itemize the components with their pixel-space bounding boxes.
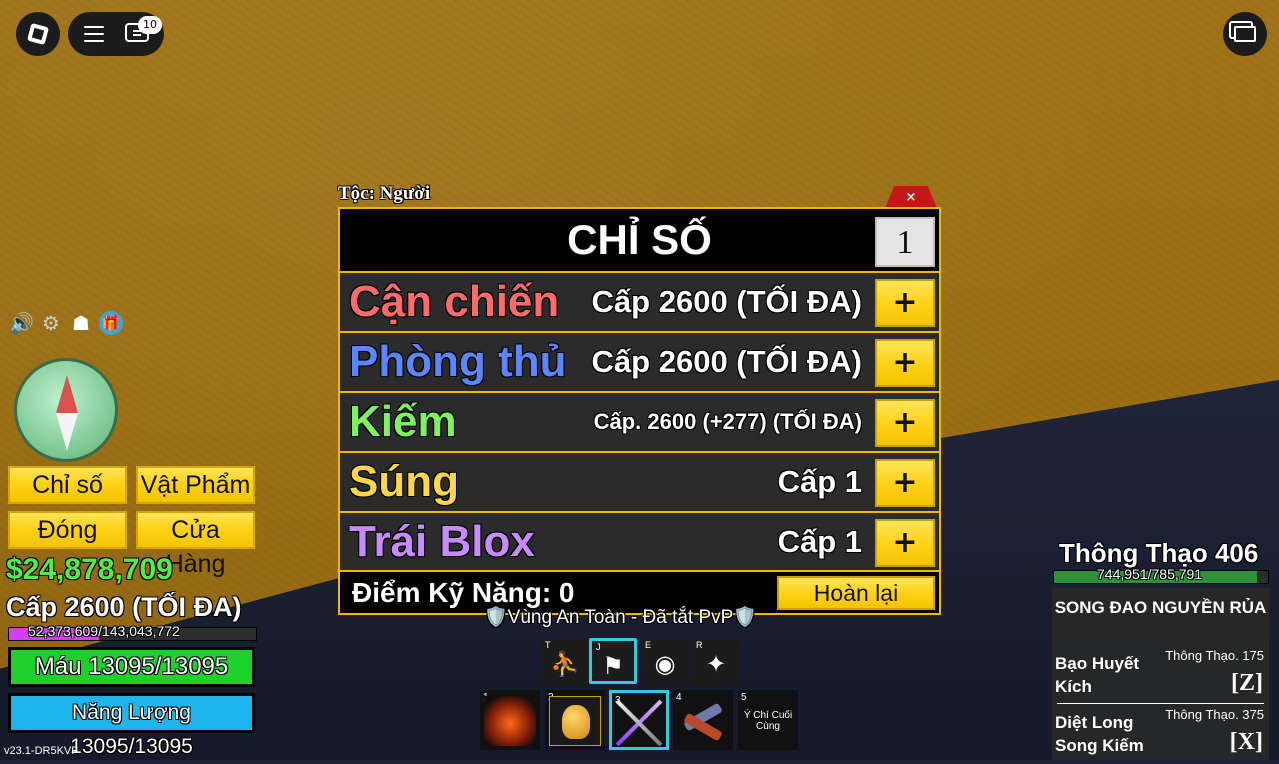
move-key: [Z] bbox=[1231, 670, 1263, 696]
stat-row-sword: Kiếm Cấp. 2600 (+277) (TỐI ĐA) + bbox=[340, 393, 939, 451]
compass-needle-north bbox=[56, 375, 78, 413]
weapon-info-panel: SONG ĐAO NGUYỀN RỦA Bạo Huyết Kích Thông… bbox=[1052, 588, 1269, 760]
roblox-logo-icon bbox=[26, 22, 50, 46]
stat-value-gun: Cấp 1 bbox=[777, 464, 862, 499]
add-gun-button[interactable]: + bbox=[875, 459, 935, 507]
wing-icon: ✦ bbox=[705, 650, 727, 678]
move-requirement: Thông Thạo. 175 bbox=[1165, 648, 1264, 663]
move-name: Bạo Huyết Kích bbox=[1055, 654, 1140, 696]
xp-text: 52,373,609/143,043,772 bbox=[28, 623, 180, 639]
stat-name-melee: Cận chiến bbox=[349, 277, 560, 326]
add-sword-button[interactable]: + bbox=[875, 399, 935, 447]
move-requirement: Thông Thạo. 375 bbox=[1165, 707, 1264, 722]
slot-key: 5 bbox=[741, 692, 747, 703]
move-key: [X] bbox=[1229, 729, 1263, 755]
move-divider bbox=[1057, 703, 1264, 704]
stat-value-blox-fruit: Cấp 1 bbox=[777, 524, 862, 559]
capture-button[interactable] bbox=[1223, 12, 1267, 56]
energy-bar: Năng Lượng 13095/13095 bbox=[8, 693, 255, 758]
point-amount-input[interactable]: 1 bbox=[875, 217, 935, 267]
add-defense-button[interactable]: + bbox=[875, 339, 935, 387]
stat-row-blox-fruit: Trái Blox Cấp 1 + bbox=[340, 513, 939, 570]
stat-value-defense: Cấp 2600 (TỐI ĐA) bbox=[591, 344, 862, 379]
hotkey-strength[interactable]: T ⛹ bbox=[541, 639, 589, 685]
stats-title-row: CHỈ SỐ 1 bbox=[340, 209, 939, 271]
buddha-fruit-icon bbox=[549, 696, 601, 746]
dual-cursed-katana-icon bbox=[613, 696, 665, 747]
eye-icon: ◉ bbox=[654, 650, 676, 678]
hotkey-race-ability[interactable]: R ✦ bbox=[692, 639, 740, 685]
fighting-style-icon bbox=[484, 696, 536, 746]
inventory-slot-1[interactable]: 1 bbox=[480, 690, 540, 750]
stats-panel: CHỈ SỐ 1 Cận chiến Cấp 2600 (TỐI ĐA) + P… bbox=[338, 207, 941, 615]
mastery-progress: 744,951/785,791 bbox=[1097, 566, 1203, 582]
hotkey-ability[interactable]: J ⚑ bbox=[589, 638, 637, 684]
move-name: Diệt Long Song Kiếm bbox=[1055, 713, 1144, 755]
reset-stats-button[interactable]: Hoàn lại bbox=[777, 576, 935, 610]
notification-badge: 10 bbox=[138, 16, 162, 34]
inventory-slot-5[interactable]: 5 Ý Chí Cuối Cùng bbox=[738, 690, 798, 750]
add-melee-button[interactable]: + bbox=[875, 279, 935, 327]
stat-row-melee: Cận chiến Cấp 2600 (TỐI ĐA) + bbox=[340, 273, 939, 331]
stat-name-blox-fruit: Trái Blox bbox=[349, 517, 535, 566]
utility-icons: 🔊 ⚙ ☗ 🎁 bbox=[9, 311, 123, 335]
items-button[interactable]: Vật Phẩm bbox=[136, 466, 255, 504]
stats-button[interactable]: Chỉ số bbox=[8, 466, 127, 504]
settings-gear-icon[interactable]: ⚙ bbox=[39, 311, 63, 335]
add-blox-fruit-button[interactable]: + bbox=[875, 519, 935, 567]
version-label: v23.1-DR5KVF bbox=[4, 745, 78, 757]
team-icon[interactable]: ☗ bbox=[69, 311, 93, 335]
safe-zone-label: 🛡️Vùng An Toàn - Đã tắt PvP🛡️ bbox=[484, 607, 757, 628]
inventory-slot-3[interactable]: 3 bbox=[609, 690, 669, 750]
compass[interactable] bbox=[14, 358, 118, 462]
stat-name-gun: Súng bbox=[349, 457, 459, 506]
stat-name-sword: Kiếm bbox=[349, 397, 457, 446]
stat-row-defense: Phòng thủ Cấp 2600 (TỐI ĐA) + bbox=[340, 333, 939, 391]
stat-value-sword: Cấp. 2600 (+277) (TỐI ĐA) bbox=[593, 409, 862, 434]
move-x: Diệt Long Song Kiếm Thông Thạo. 375 [X] bbox=[1055, 707, 1266, 759]
close-menu-button[interactable]: Đóng bbox=[8, 511, 127, 549]
slot-item-label: Ý Chí Cuối Cùng bbox=[743, 710, 793, 732]
shop-button[interactable]: Cửa Hàng bbox=[136, 511, 255, 578]
sound-icon[interactable]: 🔊 bbox=[9, 311, 34, 335]
strength-icon: ⛹ bbox=[550, 650, 580, 678]
gift-icon[interactable]: 🎁 bbox=[99, 311, 123, 335]
roblox-menu-button[interactable] bbox=[16, 12, 60, 56]
money-display: $24,878,709 bbox=[6, 553, 173, 586]
inventory-slot-4[interactable]: 4 bbox=[673, 690, 733, 750]
weapon-name: SONG ĐAO NGUYỀN RỦA bbox=[1054, 598, 1267, 617]
stat-value-melee: Cấp 2600 (TỐI ĐA) bbox=[591, 284, 862, 319]
stats-title: CHỈ SỐ bbox=[567, 216, 712, 263]
health-bar: Máu 13095/13095 bbox=[8, 647, 255, 687]
inventory-slot-2[interactable]: 2 bbox=[545, 690, 605, 750]
ability-icon: ⚑ bbox=[602, 652, 624, 680]
hamburger-menu-icon[interactable] bbox=[84, 26, 104, 42]
capture-icon bbox=[1234, 26, 1256, 42]
hotkey-observation[interactable]: E ◉ bbox=[641, 639, 689, 685]
compass-needle-south bbox=[56, 413, 78, 451]
stat-row-gun: Súng Cấp 1 + bbox=[340, 453, 939, 511]
gun-icon bbox=[677, 696, 729, 746]
mastery-title: Thông Thạo 406 bbox=[1059, 538, 1259, 568]
move-z: Bạo Huyết Kích Thông Thạo. 175 [Z] bbox=[1055, 648, 1266, 704]
stat-name-defense: Phòng thủ bbox=[349, 337, 567, 386]
player-level: Cấp 2600 (TỐI ĐA) bbox=[6, 592, 242, 622]
race-label: Tộc: Người bbox=[338, 183, 431, 204]
